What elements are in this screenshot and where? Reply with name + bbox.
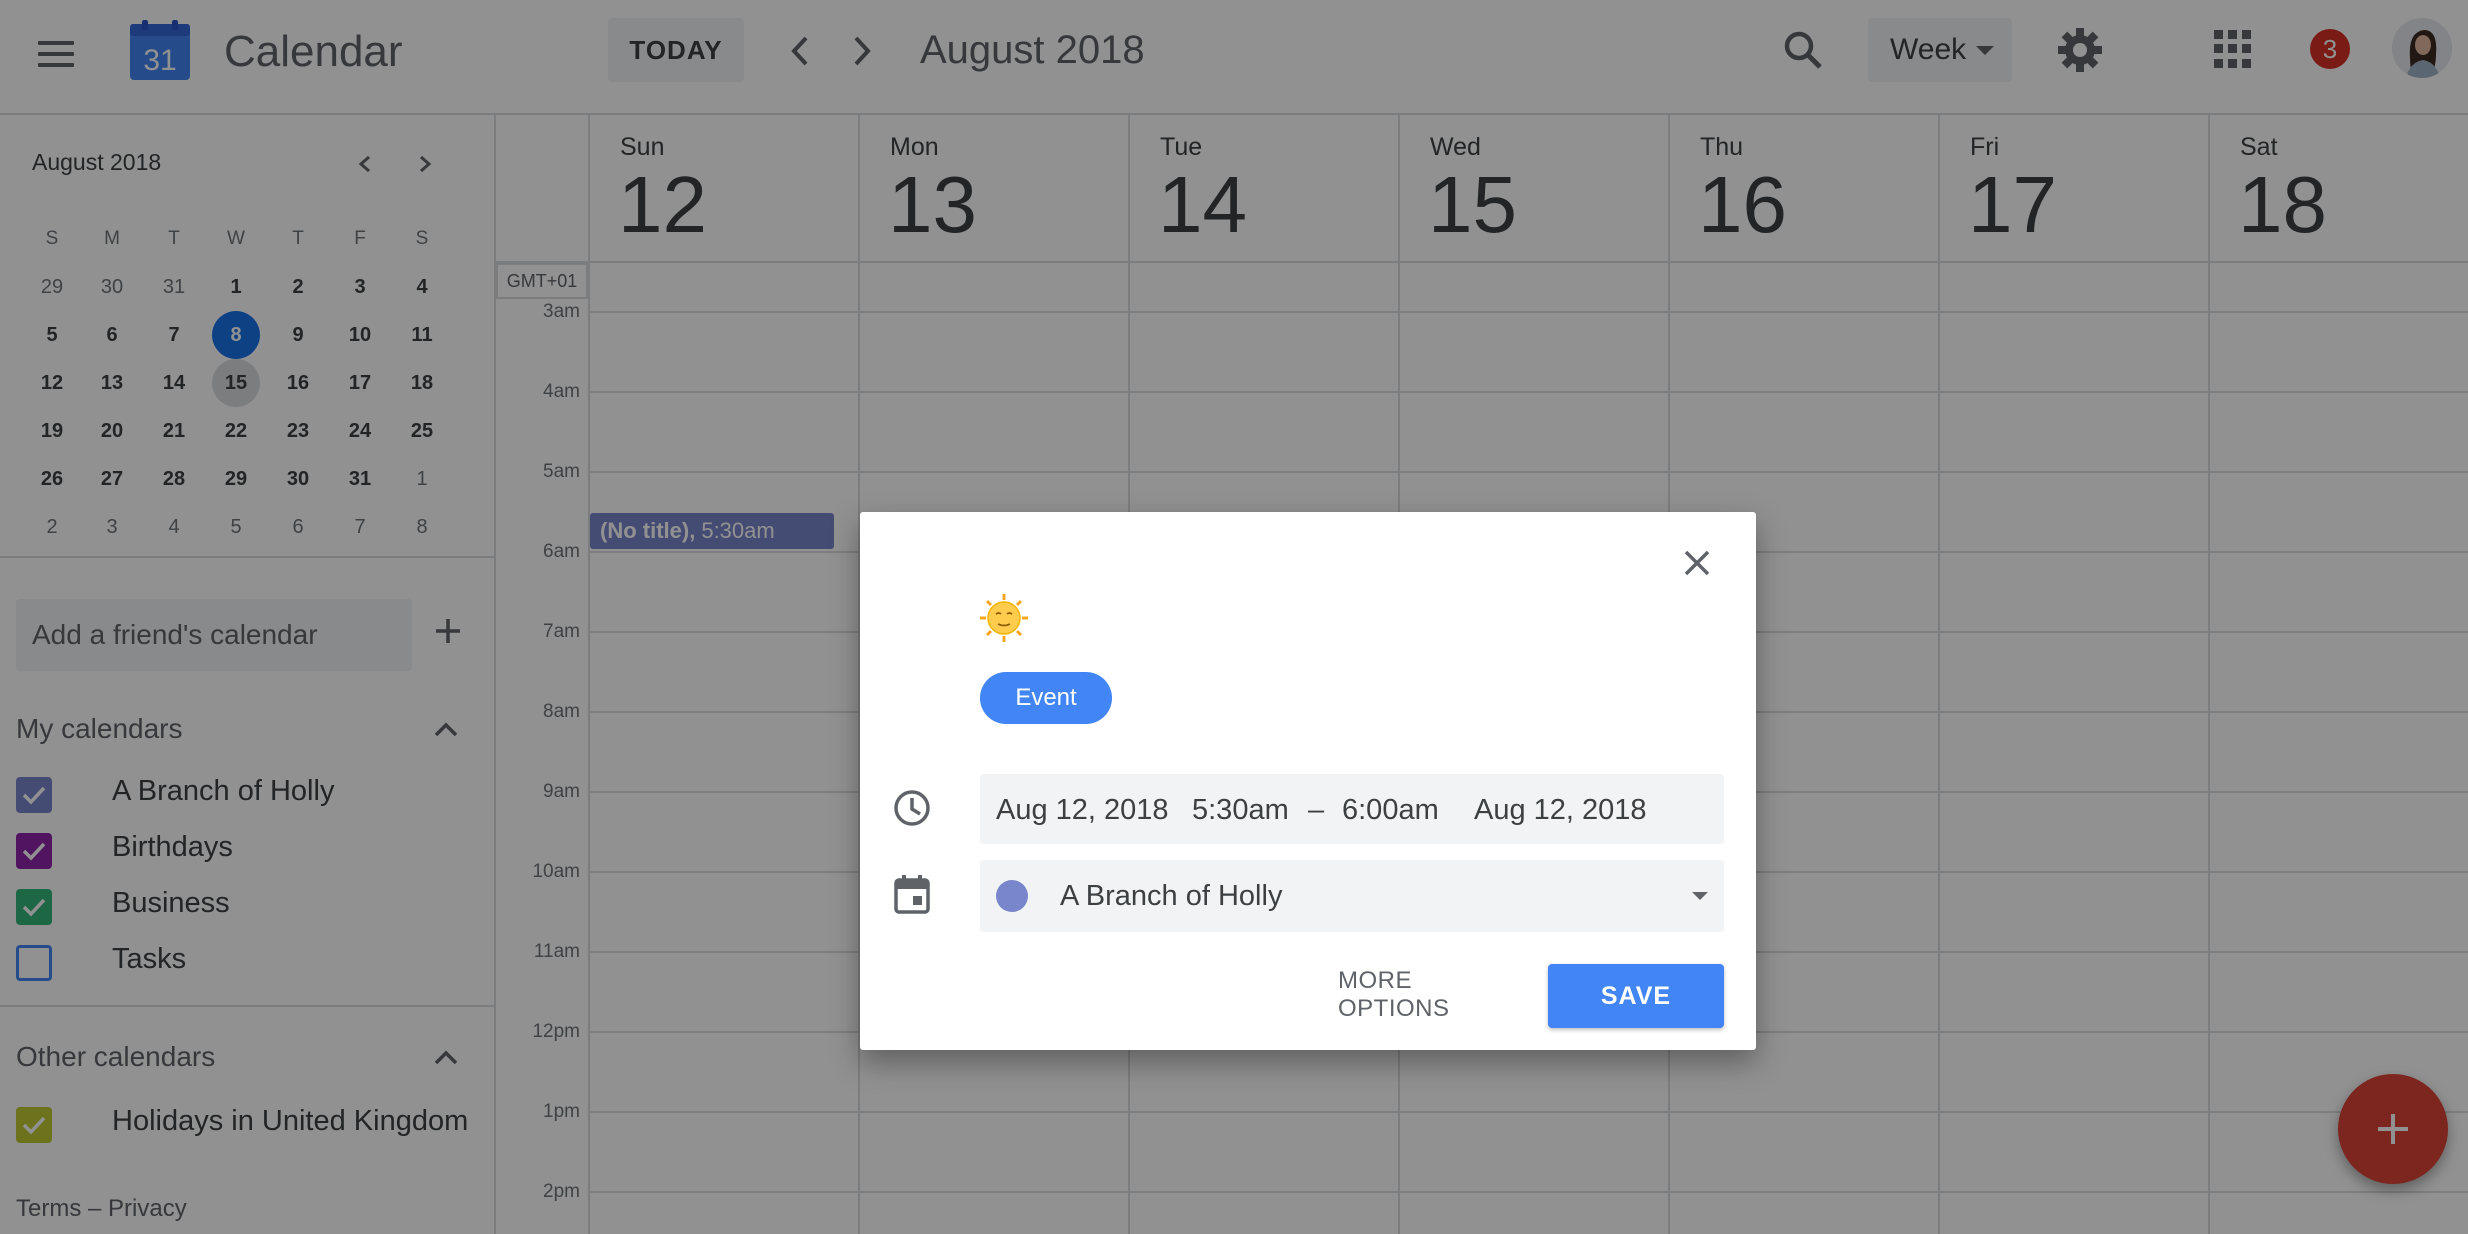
- save-button[interactable]: SAVE: [1548, 964, 1724, 1028]
- start-time[interactable]: 5:30am: [1192, 794, 1289, 827]
- calendar-select-label: A Branch of Holly: [1060, 880, 1283, 912]
- end-date[interactable]: Aug 12, 2018: [1474, 794, 1647, 827]
- date-time-row: Aug 12, 2018 5:30am – 6:00am Aug 12, 201…: [980, 774, 1724, 844]
- close-icon[interactable]: [1680, 546, 1714, 580]
- calendar-icon: [894, 875, 930, 914]
- quick-event-dialog: Event Aug 12, 2018 5:30am – 6:00am Aug 1…: [860, 512, 1756, 1050]
- sun-emoji-icon: [980, 594, 1028, 642]
- calendar-color-dot: [996, 880, 1028, 912]
- event-type-chip[interactable]: Event: [980, 672, 1112, 724]
- end-time[interactable]: 6:00am: [1342, 794, 1439, 827]
- clock-icon: [894, 790, 930, 826]
- caret-down-icon: [1692, 892, 1708, 900]
- start-date[interactable]: Aug 12, 2018: [996, 794, 1169, 827]
- time-range-dash: –: [1308, 794, 1325, 826]
- more-options-button[interactable]: MORE OPTIONS: [1338, 964, 1518, 1026]
- calendar-select[interactable]: A Branch of Holly: [980, 860, 1724, 932]
